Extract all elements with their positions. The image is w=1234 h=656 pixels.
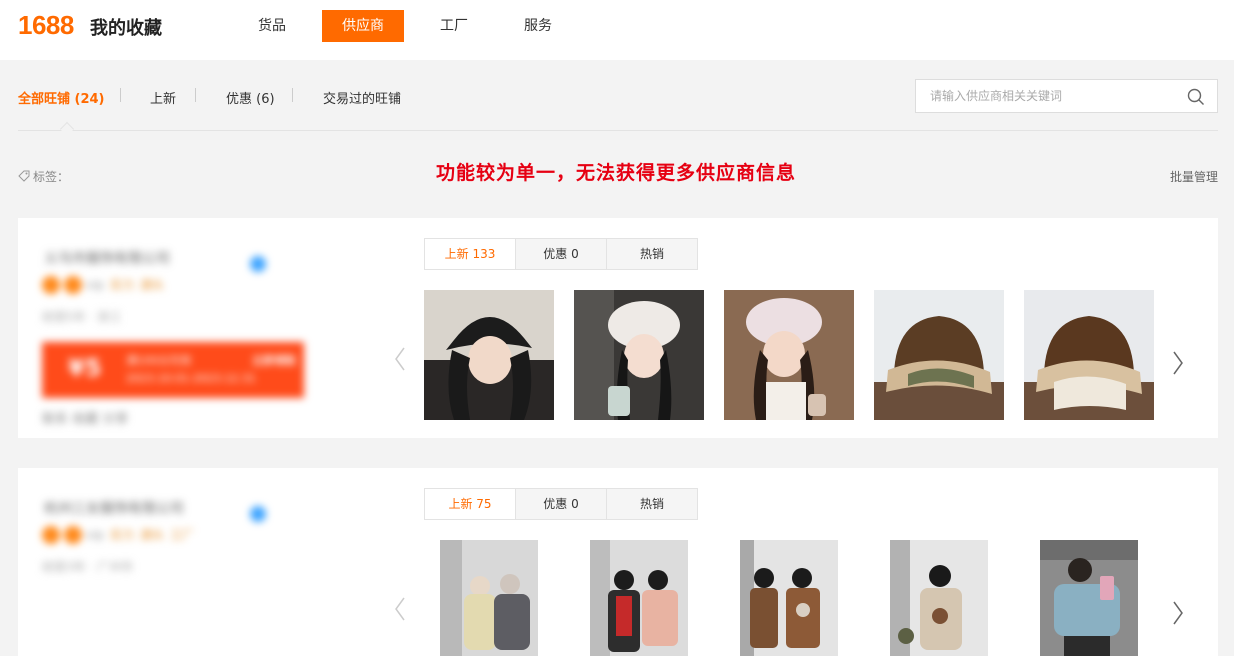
logo[interactable]: 1688	[18, 10, 74, 41]
coupon-banner[interactable]: ¥5 满100元可用 2023.10.01-2023.12.31 立即领取	[42, 342, 304, 398]
carousel-prev-arrow-icon[interactable]	[390, 594, 410, 624]
badge-label: 实力	[110, 528, 135, 542]
product-tab-new[interactable]: 上新 133	[424, 238, 516, 270]
subtab-underline	[18, 130, 1218, 131]
product-thumbnail[interactable]	[590, 540, 688, 656]
subtab-divider	[120, 88, 121, 102]
subtab-traded[interactable]: 交易过的旺铺	[323, 88, 401, 107]
tags-label: 标签：	[33, 170, 70, 184]
product-tab-hot[interactable]: 热销	[606, 488, 698, 520]
coupon-condition: 满100元可用	[126, 354, 191, 367]
carousel-prev-arrow-icon[interactable]	[390, 344, 410, 374]
product-thumbnail[interactable]	[440, 540, 538, 656]
product-thumbnail[interactable]	[574, 290, 704, 420]
store-meta: 经营5年 · 浙江	[42, 310, 122, 324]
page-title: 我的收藏	[90, 18, 162, 39]
badge-label: 源头	[140, 528, 165, 542]
product-thumbnail[interactable]	[874, 290, 1004, 420]
coupon-amount: ¥5	[68, 354, 102, 382]
search-input[interactable]	[916, 80, 1176, 112]
subtab-divider	[195, 88, 196, 102]
carousel-next-arrow-icon[interactable]	[1168, 598, 1188, 628]
badge-text: vip	[86, 277, 105, 292]
badge-icon	[42, 525, 60, 544]
store-badges: vip 实力 源头 工厂	[42, 524, 200, 544]
product-thumbnail[interactable]	[724, 290, 854, 420]
product-thumbnail[interactable]	[890, 540, 988, 656]
supplier-card: 杭州三女服饰有限公司 vip 实力 源头 工厂 经营3年 · 广州市 上新 75 优惠…	[18, 468, 1218, 656]
top-bar: 1688 我的收藏 货品 供应商 工厂 服务	[0, 0, 1234, 60]
subtab-new[interactable]: 上新	[150, 88, 176, 107]
product-thumbnail[interactable]	[1024, 290, 1154, 420]
product-tab-discount[interactable]: 优惠 0	[515, 488, 607, 520]
coupon-period: 2023.10.01-2023.12.31	[126, 372, 256, 385]
badge-icon	[42, 275, 60, 294]
store-meta: 经营3年 · 广州市	[42, 560, 134, 574]
verified-badge-icon	[250, 256, 266, 272]
store-name[interactable]: 杭州三女服饰有限公司	[44, 498, 184, 518]
product-thumbnail[interactable]	[1040, 540, 1138, 656]
tag-icon	[18, 170, 30, 182]
nav-tab-suppliers[interactable]: 供应商	[322, 10, 404, 42]
product-tab-discount[interactable]: 优惠 0	[515, 238, 607, 270]
annotation-text: 功能较为单一，无法获得更多供应商信息	[436, 162, 797, 184]
badge-label: 实力	[110, 278, 135, 292]
nav-tab-services[interactable]: 服务	[514, 10, 562, 42]
tags-row[interactable]: 标签：	[18, 168, 69, 185]
supplier-card: 义乌市服饰有限公司 vip 实力 源头 经营5年 · 浙江 ¥5 满100元可用 2…	[18, 218, 1218, 438]
product-tab-new[interactable]: 上新 75	[424, 488, 516, 520]
subtab-all-stores[interactable]: 全部旺铺 (24)	[18, 88, 105, 107]
store-actions[interactable]: 联系 收藏 分享	[42, 408, 128, 427]
batch-manage-link[interactable]: 批量管理	[1170, 168, 1218, 185]
badge-text: vip	[86, 527, 105, 542]
product-thumbnail[interactable]	[740, 540, 838, 656]
search-icon[interactable]	[1187, 88, 1205, 106]
nav-tab-factories[interactable]: 工厂	[430, 10, 478, 42]
store-name[interactable]: 义乌市服饰有限公司	[44, 248, 170, 268]
carousel-next-arrow-icon[interactable]	[1168, 348, 1188, 378]
coupon-get-button[interactable]: 立即领取	[252, 352, 296, 370]
verified-badge-icon	[250, 506, 266, 522]
subtab-divider	[292, 88, 293, 102]
store-badges: vip 实力 源头	[42, 274, 170, 294]
active-tab-caret	[59, 121, 75, 137]
search-box	[915, 79, 1218, 113]
badge-icon	[64, 275, 82, 294]
product-thumbnail[interactable]	[424, 290, 554, 420]
product-tab-hot[interactable]: 热销	[606, 238, 698, 270]
badge-label: 工厂	[170, 528, 195, 542]
nav-tab-products[interactable]: 货品	[248, 10, 296, 42]
badge-label: 源头	[140, 278, 165, 292]
subtab-discount[interactable]: 优惠 (6)	[226, 88, 275, 107]
coupon-desc: 满100元可用 2023.10.01-2023.12.31	[126, 352, 256, 388]
badge-icon	[64, 525, 82, 544]
